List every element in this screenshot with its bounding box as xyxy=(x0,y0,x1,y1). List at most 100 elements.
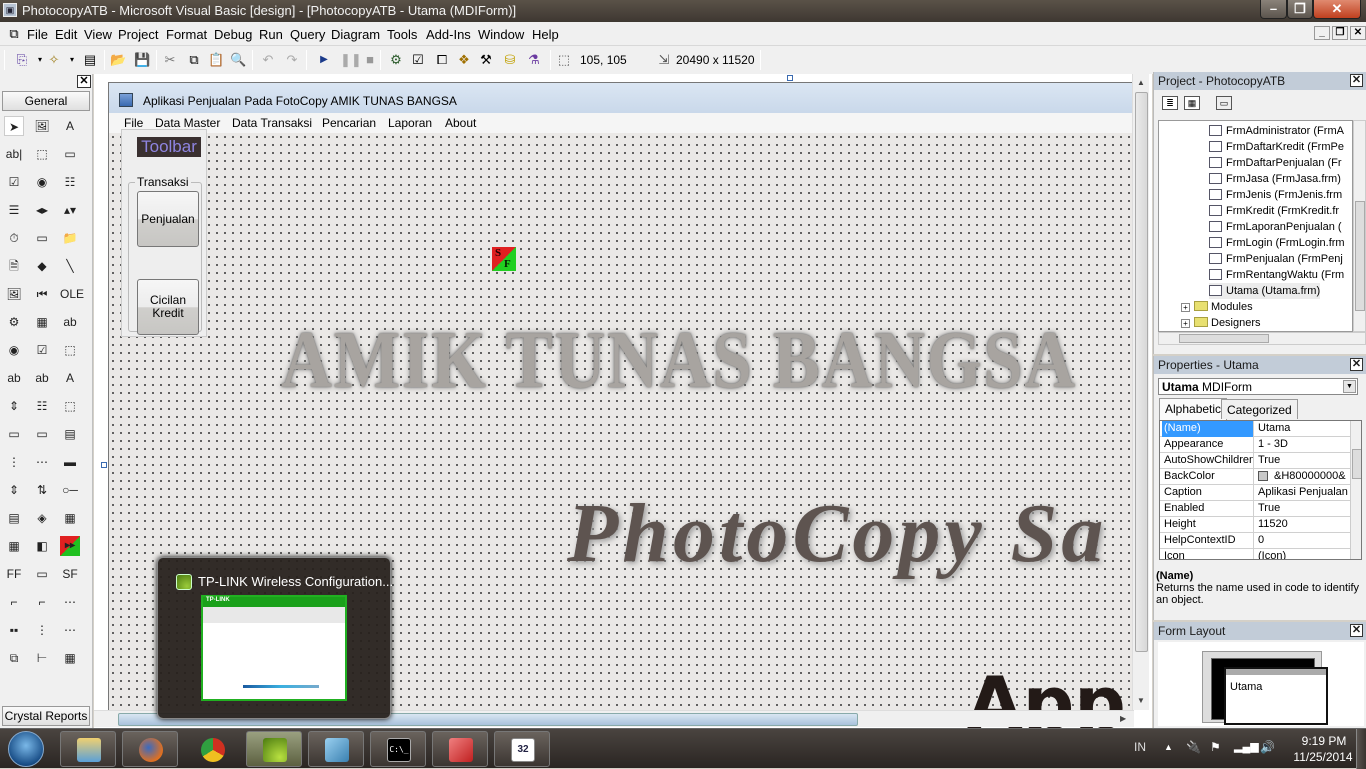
open-icon[interactable]: 📂 xyxy=(110,52,126,68)
project-tree-item[interactable]: Utama (Utama.frm) xyxy=(1209,283,1321,299)
tool-control-t[interactable]: ⇅ xyxy=(32,480,52,500)
properties-panel-close-button[interactable]: ✕ xyxy=(1350,358,1363,371)
cut-icon[interactable]: ✂ xyxy=(162,52,178,68)
project-tree-item[interactable]: FrmJasa (FrmJasa.frm) xyxy=(1209,171,1341,187)
menu-query[interactable]: Query xyxy=(290,27,325,42)
property-row[interactable]: (Name) Utama xyxy=(1160,421,1350,437)
project-tree-item[interactable]: FrmRentangWaktu (Frm xyxy=(1209,267,1344,283)
tool-textbox[interactable]: ab| xyxy=(4,144,24,164)
power-icon[interactable]: 🔌 xyxy=(1186,740,1201,754)
property-value[interactable]: True xyxy=(1256,453,1348,469)
scroll-right-icon[interactable]: ▶ xyxy=(1120,714,1126,723)
tool-control-q[interactable]: ⋯ xyxy=(32,452,52,472)
tool-vscrollbar[interactable]: ▴▾ xyxy=(60,200,80,220)
mdi-child-icon[interactable]: ⧉ xyxy=(6,26,22,42)
tool-sf-control[interactable]: ▸▸ xyxy=(60,536,80,556)
tool-label[interactable]: A xyxy=(60,116,80,136)
project-horizontal-scrollbar[interactable] xyxy=(1158,332,1366,345)
taskbar-access-report[interactable] xyxy=(432,731,488,767)
form-layout-icon[interactable]: ⧠ xyxy=(434,52,450,68)
close-button[interactable]: ✕ xyxy=(1313,0,1361,19)
tool-control-w[interactable]: ◈ xyxy=(32,508,52,528)
form-menu-about[interactable]: About xyxy=(445,116,476,130)
form-menu-file[interactable]: File xyxy=(124,116,143,130)
property-value[interactable]: 11520 xyxy=(1256,517,1348,533)
property-row[interactable]: Enabled True xyxy=(1160,501,1350,517)
break-icon[interactable]: ❚❚ xyxy=(340,52,362,68)
property-row[interactable]: Icon (Icon) xyxy=(1160,549,1350,559)
tool-line[interactable]: ╲ xyxy=(60,256,80,276)
mdi-minimize-button[interactable]: _ xyxy=(1314,26,1330,40)
taskbar-notepad[interactable] xyxy=(308,731,364,767)
project-panel-close-button[interactable]: ✕ xyxy=(1350,74,1363,87)
tool-control-ad[interactable]: ⌐ xyxy=(4,592,24,612)
menu-debug[interactable]: Debug xyxy=(214,27,252,42)
tool-checkbox[interactable]: ☑ xyxy=(4,172,24,192)
property-row[interactable]: Caption Aplikasi Penjualan xyxy=(1160,485,1350,501)
tool-control-h[interactable]: ab xyxy=(32,368,52,388)
paste-icon[interactable]: 📋 xyxy=(208,52,224,68)
tool-control-m[interactable]: ▭ xyxy=(4,424,24,444)
penjualan-button[interactable]: Penjualan xyxy=(137,191,199,247)
tool-control-p[interactable]: ⋮ xyxy=(4,452,24,472)
property-row[interactable]: Appearance 1 - 3D xyxy=(1160,437,1350,453)
tool-control-a[interactable]: ⚙ xyxy=(4,312,24,332)
tool-optionbutton[interactable]: ◉ xyxy=(32,172,52,192)
taskbar-command-prompt[interactable]: C:\_ xyxy=(370,731,426,767)
tool-control-c[interactable]: ab xyxy=(60,312,80,332)
tool-control-ah[interactable]: ⋮ xyxy=(32,620,52,640)
design-vertical-scrollbar[interactable]: ▲ ▼ xyxy=(1132,74,1149,710)
add-form-dropdown-icon[interactable]: ▾ xyxy=(64,52,80,68)
tool-control-k[interactable]: ☷ xyxy=(32,396,52,416)
add-project-icon[interactable]: ⎘ xyxy=(14,52,30,68)
taskbar-windows-explorer[interactable] xyxy=(60,731,116,767)
add-form-icon[interactable]: ✧ xyxy=(46,52,62,68)
project-folder-designers[interactable]: + Designers xyxy=(1181,315,1261,331)
redo-icon[interactable]: ↷ xyxy=(284,52,300,68)
clock-date[interactable]: 11/25/2014 xyxy=(1285,750,1361,764)
menu-file[interactable]: File xyxy=(27,27,48,42)
undo-icon[interactable]: ↶ xyxy=(260,52,276,68)
toggle-folders-icon[interactable]: ▭ xyxy=(1216,96,1232,110)
form-layout-close-button[interactable]: ✕ xyxy=(1350,624,1363,637)
form-position-preview[interactable]: Utama xyxy=(1224,667,1328,725)
show-desktop-button[interactable] xyxy=(1356,729,1366,769)
property-value[interactable]: &H80000000& xyxy=(1256,469,1348,485)
mdi-restore-button[interactable]: ❐ xyxy=(1332,26,1348,40)
form-menu-laporan[interactable]: Laporan xyxy=(388,116,432,130)
tool-frame[interactable]: ⬚ xyxy=(32,144,52,164)
property-grid[interactable]: (Name) Utama Appearance 1 - 3D AutoShowChild… xyxy=(1159,420,1362,560)
tool-control-b[interactable]: ▦ xyxy=(32,312,52,332)
property-row[interactable]: BackColor &H80000000& xyxy=(1160,469,1350,485)
tool-control-z[interactable]: ◧ xyxy=(32,536,52,556)
toolbox-tab-general[interactable]: General xyxy=(2,91,90,111)
toolbar-label[interactable]: Toolbar xyxy=(137,137,201,157)
tool-control-ab[interactable]: ▭ xyxy=(32,564,52,584)
scroll-thumb[interactable] xyxy=(1179,334,1269,343)
copy-icon[interactable]: ⧉ xyxy=(186,52,202,68)
tool-control-y[interactable]: ▦ xyxy=(4,536,24,556)
taskbar-firefox[interactable] xyxy=(122,731,178,767)
clock-time[interactable]: 9:19 PM xyxy=(1294,734,1354,748)
toolbar-picturebox[interactable]: Toolbar Transaksi Penjualan Cicilan Kred… xyxy=(121,129,207,337)
project-tree-item[interactable]: FrmLaporanPenjualan ( xyxy=(1209,219,1342,235)
toolbox-close-button[interactable]: ✕ xyxy=(77,75,91,88)
window-thumbnail[interactable]: TP-LINK xyxy=(201,595,347,701)
properties-window-icon[interactable]: ☑ xyxy=(410,52,426,68)
project-tree-item[interactable]: FrmDaftarKredit (FrmPe xyxy=(1209,139,1344,155)
form-menu-data-master[interactable]: Data Master xyxy=(155,116,220,130)
cicilan-kredit-button[interactable]: Cicilan Kredit xyxy=(137,279,199,335)
property-row[interactable]: HelpContextID 0 xyxy=(1160,533,1350,549)
menu-project[interactable]: Project xyxy=(118,27,158,42)
property-value[interactable]: True xyxy=(1256,501,1348,517)
photocopy-script-text[interactable]: PhotoCopy Sa xyxy=(567,485,1107,582)
start-icon[interactable]: ▶ xyxy=(316,52,332,68)
tool-shape[interactable]: ◆ xyxy=(32,256,52,276)
tool-control-ac[interactable]: SF xyxy=(60,564,80,584)
project-vertical-scrollbar[interactable] xyxy=(1353,120,1366,332)
view-object-icon[interactable]: ▦ xyxy=(1184,96,1200,110)
tool-control-ag[interactable]: ▪▪ xyxy=(4,620,24,640)
restore-button[interactable]: ❐ xyxy=(1287,0,1313,19)
transaksi-frame[interactable]: Transaksi Penjualan Cicilan Kredit xyxy=(128,175,202,335)
property-value[interactable]: Aplikasi Penjualan xyxy=(1256,485,1348,501)
